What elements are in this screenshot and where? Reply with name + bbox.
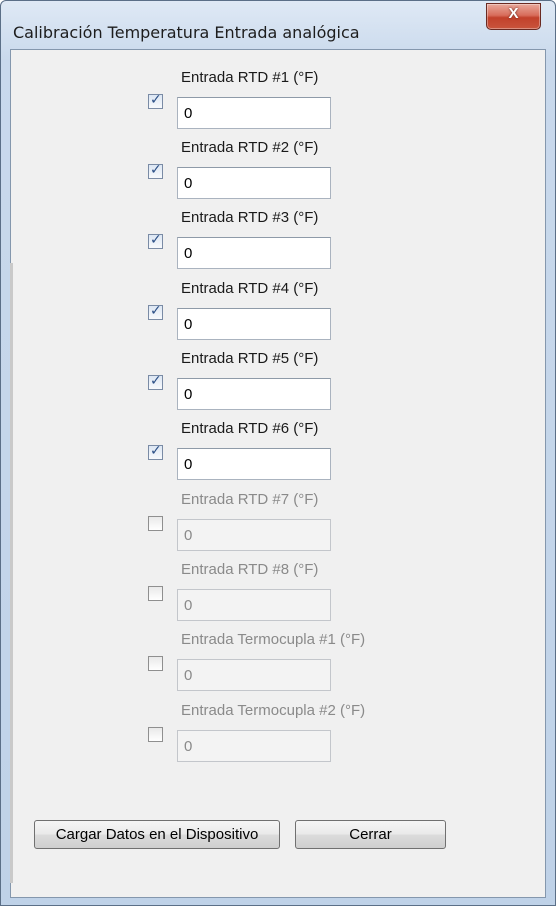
input-row: Entrada Termocupla #2 (°F) 0 xyxy=(11,700,547,770)
value-text: 0 xyxy=(184,738,193,755)
value-text: 0 xyxy=(184,245,193,262)
checkmark-icon: ✓ xyxy=(150,162,162,178)
value-text: 0 xyxy=(184,386,193,403)
input-label: Entrada RTD #4 (°F) xyxy=(181,280,319,297)
value-text: 0 xyxy=(184,456,193,473)
dialog-body: Entrada RTD #1 (°F) ✓ 0 Entrada RTD #2 (°F)… xyxy=(10,49,546,898)
value-text: 0 xyxy=(184,316,193,333)
enable-checkbox[interactable]: ✓ xyxy=(148,232,163,249)
input-label: Entrada Termocupla #2 (°F) xyxy=(181,702,366,719)
dialog-window: Calibración Temperatura Entrada analógic… xyxy=(0,0,556,906)
enable-checkbox[interactable]: ✓ xyxy=(148,443,163,460)
value-input[interactable]: 0 xyxy=(177,730,331,762)
close-icon: X xyxy=(508,5,519,22)
input-row: Entrada Termocupla #1 (°F) 0 xyxy=(11,629,547,699)
enable-checkbox[interactable]: ✓ xyxy=(148,373,163,390)
enable-checkbox[interactable] xyxy=(148,656,163,671)
value-input[interactable]: 0 xyxy=(177,519,331,551)
scroll-edge xyxy=(10,263,13,883)
checkmark-icon: ✓ xyxy=(150,443,162,459)
enable-checkbox[interactable] xyxy=(148,586,163,601)
value-text: 0 xyxy=(184,597,193,614)
value-input[interactable]: 0 xyxy=(177,167,331,199)
input-row: Entrada RTD #3 (°F) ✓ 0 xyxy=(11,207,547,277)
value-input[interactable]: 0 xyxy=(177,308,331,340)
enable-checkbox[interactable] xyxy=(148,727,163,742)
input-row: Entrada RTD #5 (°F) ✓ 0 xyxy=(11,348,547,418)
value-input[interactable]: 0 xyxy=(177,448,331,480)
input-row: Entrada RTD #8 (°F) 0 xyxy=(11,559,547,629)
checkmark-icon: ✓ xyxy=(150,303,162,319)
value-text: 0 xyxy=(184,105,193,122)
value-input[interactable]: 0 xyxy=(177,659,331,691)
input-label: Entrada RTD #1 (°F) xyxy=(181,69,319,86)
value-text: 0 xyxy=(184,175,193,192)
input-label: Entrada RTD #7 (°F) xyxy=(181,491,319,508)
checkmark-icon: ✓ xyxy=(150,92,162,108)
load-data-button[interactable]: Cargar Datos en el Dispositivo xyxy=(34,820,280,849)
input-row: Entrada RTD #2 (°F) ✓ 0 xyxy=(11,137,547,207)
enable-checkbox[interactable]: ✓ xyxy=(148,92,163,109)
input-label: Entrada RTD #2 (°F) xyxy=(181,139,319,156)
value-input[interactable]: 0 xyxy=(177,378,331,410)
enable-checkbox[interactable] xyxy=(148,516,163,531)
value-input[interactable]: 0 xyxy=(177,589,331,621)
input-label: Entrada RTD #6 (°F) xyxy=(181,420,319,437)
input-label: Entrada RTD #3 (°F) xyxy=(181,209,319,226)
input-label: Entrada RTD #5 (°F) xyxy=(181,350,319,367)
close-window-button[interactable]: X xyxy=(486,3,541,30)
value-input[interactable]: 0 xyxy=(177,237,331,269)
close-button[interactable]: Cerrar xyxy=(295,820,446,849)
input-label: Entrada Termocupla #1 (°F) xyxy=(181,631,366,648)
window-title: Calibración Temperatura Entrada analógic… xyxy=(13,23,360,42)
input-row: Entrada RTD #4 (°F) ✓ 0 xyxy=(11,278,547,348)
value-text: 0 xyxy=(184,667,193,684)
checkmark-icon: ✓ xyxy=(150,373,162,389)
value-text: 0 xyxy=(184,527,193,544)
input-row: Entrada RTD #1 (°F) ✓ 0 xyxy=(11,67,547,137)
title-bar[interactable]: Calibración Temperatura Entrada analógic… xyxy=(1,1,555,49)
input-label: Entrada RTD #8 (°F) xyxy=(181,561,319,578)
input-row: Entrada RTD #6 (°F) ✓ 0 xyxy=(11,418,547,488)
enable-checkbox[interactable]: ✓ xyxy=(148,162,163,179)
value-input[interactable]: 0 xyxy=(177,97,331,129)
checkmark-icon: ✓ xyxy=(150,232,162,248)
enable-checkbox[interactable]: ✓ xyxy=(148,303,163,320)
input-row: Entrada RTD #7 (°F) 0 xyxy=(11,489,547,559)
